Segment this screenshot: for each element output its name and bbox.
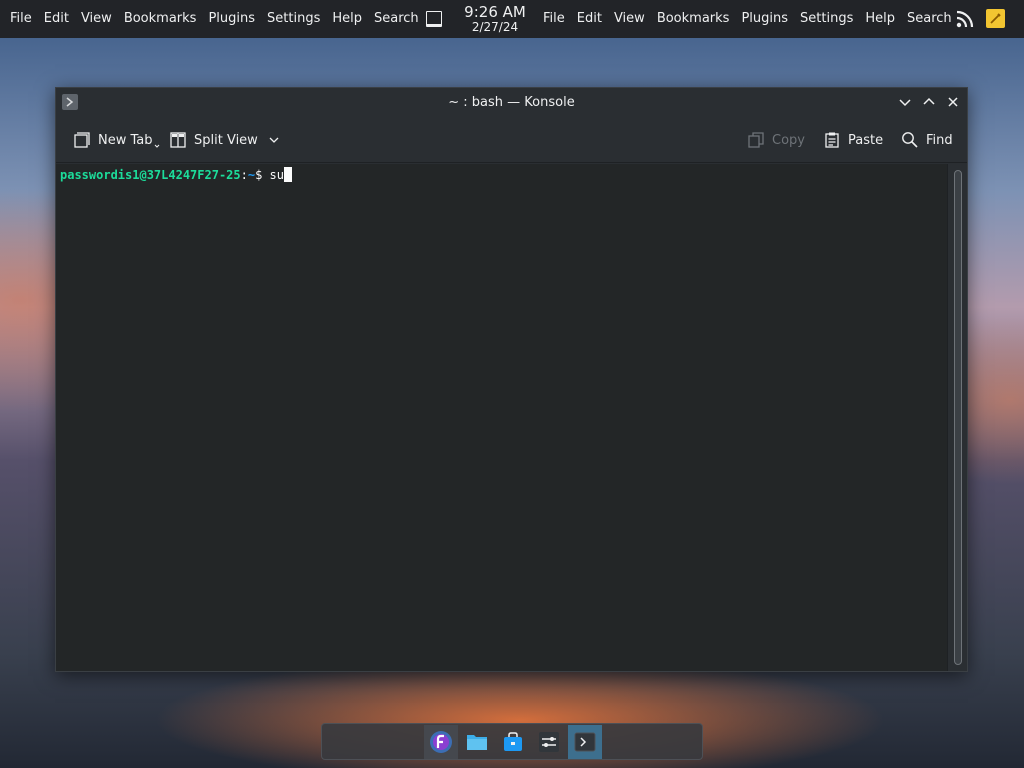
- fedora-launcher-icon[interactable]: [424, 725, 458, 759]
- menu-help[interactable]: Help: [326, 0, 368, 38]
- menu-bookmarks[interactable]: Bookmarks: [651, 0, 736, 38]
- menu-file[interactable]: File: [537, 0, 571, 38]
- clock-time: 9:26 AM: [464, 3, 526, 21]
- top-panel: File Edit View Bookmarks Plugins Setting…: [0, 0, 1024, 38]
- konsole-window: ~ : bash — Konsole New Tab Split View Co…: [55, 87, 968, 672]
- copy-button[interactable]: Copy: [747, 129, 805, 151]
- new-tab-label: New Tab: [98, 132, 153, 148]
- window-title: ~ : bash — Konsole: [448, 95, 575, 110]
- copy-icon: [748, 132, 764, 148]
- menu-plugins[interactable]: Plugins: [202, 0, 261, 38]
- new-tab-icon: [74, 132, 90, 148]
- paste-button[interactable]: Paste: [823, 129, 883, 151]
- panel-clock[interactable]: 9:26 AM 2/27/24: [455, 4, 535, 34]
- split-view-label: Split View: [194, 132, 258, 148]
- find-label: Find: [926, 132, 953, 148]
- search-icon: [902, 132, 918, 148]
- menu-settings[interactable]: Settings: [261, 0, 326, 38]
- window-titlebar[interactable]: ~ : bash — Konsole: [56, 88, 967, 117]
- split-view-button[interactable]: Split View: [169, 129, 287, 151]
- global-menu-right: File Edit View Bookmarks Plugins Setting…: [537, 0, 958, 38]
- chevron-down-icon[interactable]: [268, 134, 280, 146]
- new-tab-button[interactable]: New Tab: [73, 129, 160, 151]
- prompt-user-host: passwordis1@37L4247F27-25: [60, 168, 241, 182]
- text-cursor: [284, 167, 292, 182]
- menu-settings[interactable]: Settings: [794, 0, 859, 38]
- konsole-toolbar: New Tab Split View Copy Paste Find: [56, 117, 967, 163]
- menu-view[interactable]: View: [608, 0, 651, 38]
- menu-help[interactable]: Help: [859, 0, 901, 38]
- paste-label: Paste: [848, 132, 884, 148]
- split-view-icon: [170, 132, 186, 148]
- prompt-symbol: $: [255, 168, 270, 182]
- new-tab-chevron-icon[interactable]: [154, 143, 160, 149]
- copy-label: Copy: [772, 132, 805, 148]
- menu-file[interactable]: File: [4, 0, 38, 38]
- menu-plugins[interactable]: Plugins: [735, 0, 794, 38]
- scrollbar-thumb[interactable]: [954, 170, 962, 665]
- menu-bookmarks[interactable]: Bookmarks: [118, 0, 203, 38]
- minimize-icon[interactable]: [898, 95, 912, 109]
- prompt-path: ~: [247, 168, 256, 182]
- global-menu-left: File Edit View Bookmarks Plugins Setting…: [4, 0, 425, 38]
- rss-feed-icon[interactable]: [956, 10, 974, 28]
- prompt-line: passwordis1@37L4247F27-25:~$ su: [60, 167, 292, 183]
- terminal-area[interactable]: passwordis1@37L4247F27-25:~$ su: [56, 164, 947, 671]
- paste-icon: [825, 132, 839, 148]
- menu-search[interactable]: Search: [901, 0, 958, 38]
- menu-view[interactable]: View: [75, 0, 118, 38]
- konsole-icon[interactable]: [568, 725, 602, 759]
- software-store-icon[interactable]: [496, 725, 530, 759]
- menu-edit[interactable]: Edit: [38, 0, 75, 38]
- maximize-icon[interactable]: [922, 95, 936, 109]
- find-button[interactable]: Find: [901, 129, 953, 151]
- terminal-scrollbar[interactable]: [947, 164, 967, 671]
- menu-edit[interactable]: Edit: [571, 0, 608, 38]
- close-icon[interactable]: [946, 95, 960, 109]
- show-desktop-icon[interactable]: [426, 11, 442, 27]
- menu-search[interactable]: Search: [368, 0, 425, 38]
- typed-command: su: [269, 168, 284, 182]
- file-manager-icon[interactable]: [460, 725, 494, 759]
- system-settings-icon[interactable]: [532, 725, 566, 759]
- clock-date: 2/27/24: [471, 20, 519, 34]
- dock-panel: [321, 723, 703, 760]
- sticky-note-icon[interactable]: [986, 9, 1005, 28]
